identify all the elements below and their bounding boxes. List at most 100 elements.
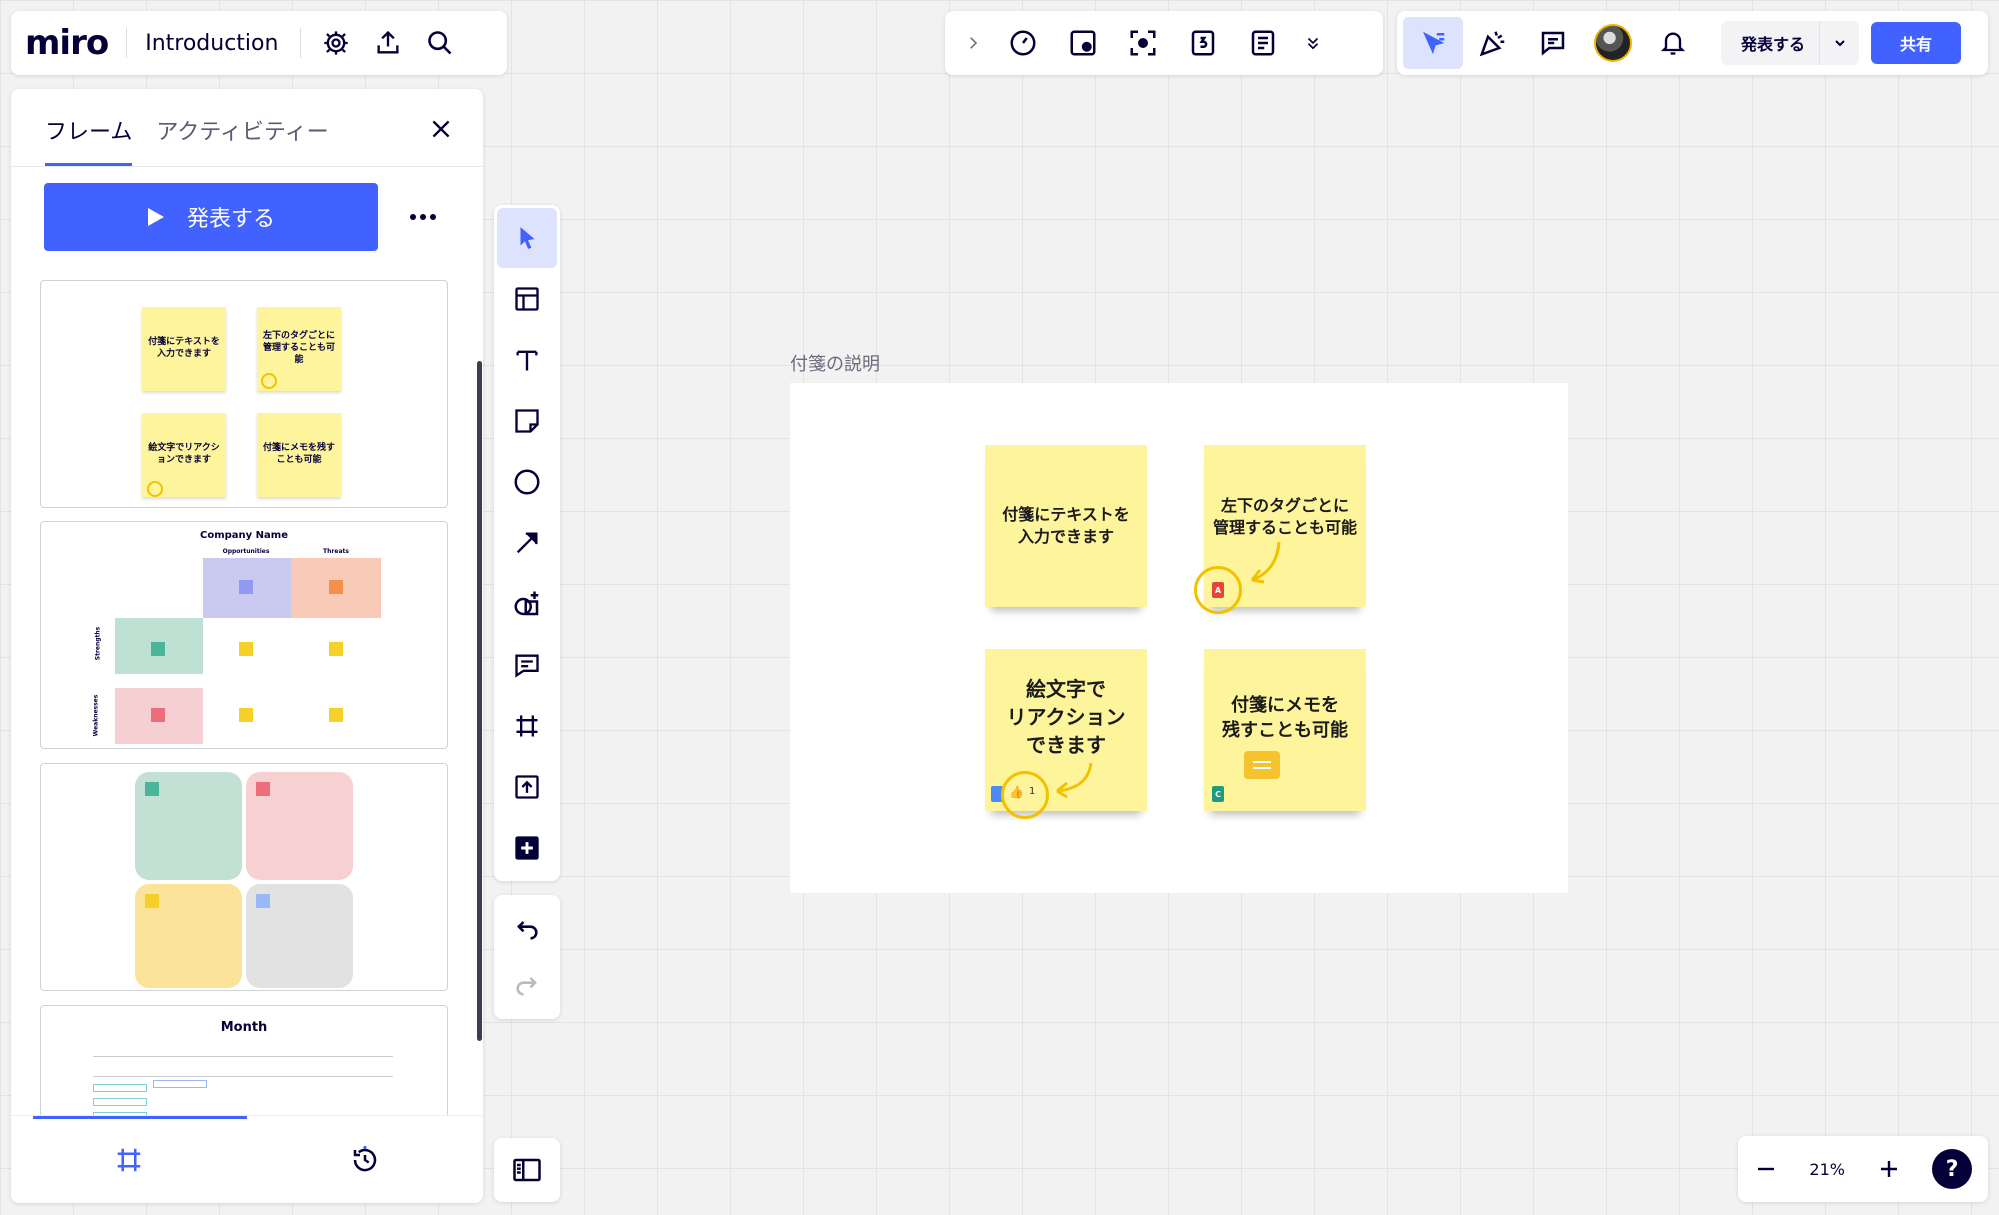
mini-sticky: 付箋にメモを残すことも可能	[257, 413, 341, 497]
frames-view-icon[interactable]	[11, 1116, 247, 1203]
mini-sticky: 付箋にテキストを入力できます	[142, 307, 226, 391]
avatar	[1594, 24, 1632, 62]
upload-export-icon[interactable]	[365, 20, 411, 66]
tab-frames[interactable]: フレーム	[45, 114, 133, 166]
thumb-sticky	[239, 642, 253, 656]
text-tool-icon[interactable]	[497, 330, 557, 390]
frame-thumbnail-4[interactable]: Month	[40, 1005, 448, 1125]
sidebar-toggle-icon[interactable]	[494, 1138, 560, 1202]
play-icon	[147, 208, 164, 226]
present-frames-label: 発表する	[186, 207, 275, 232]
frames-panel: フレーム アクティビティー 発表する 付箋にテキストを入力できます 左下のタグご…	[11, 89, 483, 1203]
focus-icon[interactable]	[1113, 18, 1173, 68]
annotation-arrow-icon	[1250, 541, 1281, 584]
templates-icon[interactable]	[497, 269, 557, 329]
sticky-line: 入力できます	[1017, 527, 1114, 546]
thumb-sticky	[329, 580, 343, 594]
miro-logo[interactable]: miro	[25, 23, 109, 63]
close-icon[interactable]	[421, 109, 461, 149]
connection-arrow-icon[interactable]	[497, 513, 557, 573]
thumb-title: Company Name	[200, 530, 288, 541]
zoom-controls: 21% ?	[1738, 1136, 1988, 1202]
double-chevron-down-icon[interactable]	[1293, 18, 1333, 68]
upload-icon[interactable]	[497, 757, 557, 817]
thumb-sticky	[239, 708, 253, 722]
sticky-text: 左下のタグごとに 管理することも可能	[1213, 495, 1357, 538]
annotation-arrow-icon	[1056, 762, 1093, 799]
mini-highlight-ring	[147, 481, 163, 497]
frame-title[interactable]: 付箋の説明	[790, 350, 880, 376]
comment-icon[interactable]	[1523, 17, 1583, 69]
select-cursor-icon[interactable]	[497, 208, 557, 268]
frame-thumbnail-1[interactable]: 付箋にテキストを入力できます 左下のタグごとに管理することも可能 絵文字でリアク…	[40, 280, 448, 508]
user-avatar[interactable]	[1583, 17, 1643, 69]
search-icon[interactable]	[417, 20, 463, 66]
highlight-ring	[1194, 566, 1242, 614]
frame-tool-icon[interactable]	[497, 696, 557, 756]
thumb-cell	[153, 1080, 207, 1088]
sticky-line: 管理することも可能	[1212, 517, 1357, 537]
notification-bell-icon[interactable]	[1643, 17, 1703, 69]
canvas-frame[interactable]: 付箋にテキストを 入力できます 左下のタグごとに 管理することも可能 A 絵文字…	[790, 383, 1568, 893]
sticky-note[interactable]: 絵文字で リアクション できます 👍 1	[985, 649, 1147, 819]
memo-note-icon[interactable]	[1244, 751, 1280, 779]
board-title[interactable]: Introduction	[145, 31, 278, 56]
sticky-note[interactable]: 付箋にテキストを 入力できます	[985, 445, 1147, 607]
notes-icon[interactable]	[1233, 18, 1293, 68]
collaboration-toolbar	[945, 11, 1383, 75]
thumbs-up-reaction-icon[interactable]: 👍	[1009, 785, 1024, 799]
undo-icon[interactable]	[497, 901, 557, 957]
sticky-line: できます	[1026, 733, 1106, 757]
panel-scrollbar[interactable]	[477, 361, 482, 1041]
share-toolbar: 発表する 共有	[1397, 11, 1988, 75]
zoom-in-plus-icon[interactable]	[1877, 1157, 1901, 1181]
thumb-row-label: Strengths	[94, 626, 102, 661]
voting-icon[interactable]	[1053, 18, 1113, 68]
sticky-note-icon[interactable]	[497, 391, 557, 451]
thumb-sticky	[151, 642, 165, 656]
reactions-party-icon[interactable]	[1463, 17, 1523, 69]
sticky-line: 残すことも可能	[1222, 720, 1348, 742]
thumb-col-label: Threats	[323, 548, 349, 555]
share-button[interactable]: 共有	[1871, 22, 1962, 64]
history-toolbar	[494, 895, 560, 1019]
thumb-sticky	[145, 782, 159, 796]
history-icon[interactable]	[247, 1116, 483, 1203]
help-button[interactable]: ?	[1932, 1149, 1973, 1189]
more-options-icon[interactable]	[401, 197, 445, 237]
present-button[interactable]: 発表する	[1721, 31, 1819, 55]
chevron-right-icon[interactable]	[953, 18, 993, 68]
comment-tool-icon[interactable]	[497, 635, 557, 695]
present-frames-button[interactable]: 発表する	[44, 183, 378, 251]
present-split-button: 発表する	[1721, 21, 1860, 65]
zoom-out-minus-icon[interactable]	[1754, 1157, 1778, 1181]
redo-icon[interactable]	[497, 957, 557, 1013]
settings-gear-icon[interactable]	[313, 20, 359, 66]
timer-icon[interactable]	[993, 18, 1053, 68]
cursor-follow-icon[interactable]	[1403, 17, 1463, 69]
divider	[126, 28, 128, 58]
tab-activity[interactable]: アクティビティー	[156, 114, 328, 166]
sticky-line: リアクション	[1006, 705, 1126, 729]
thumb-sticky	[329, 708, 343, 722]
zoom-level[interactable]: 21%	[1809, 1160, 1845, 1179]
board-header: miro Introduction	[11, 11, 507, 75]
sticky-line: 絵文字で	[1026, 677, 1106, 701]
shape-circle-icon[interactable]	[497, 452, 557, 512]
thumb-sticky	[256, 894, 270, 908]
thumb-line	[93, 1056, 393, 1057]
creation-toolbar	[494, 205, 560, 881]
frame-thumbnail-2[interactable]: Company Name Opportunities Threats Stren…	[40, 521, 448, 749]
sticky-tag[interactable]: C	[1212, 786, 1224, 802]
present-dropdown-chevron-icon[interactable]	[1819, 21, 1859, 65]
thumb-sticky	[151, 708, 165, 722]
thumb-sticky	[329, 642, 343, 656]
sticky-note[interactable]: 付箋にメモを 残すことも可能 C	[1204, 649, 1366, 811]
frame-thumbnail-3[interactable]	[40, 763, 448, 991]
number-counter-icon[interactable]	[1173, 18, 1233, 68]
shapes-add-icon[interactable]	[497, 574, 557, 634]
sticky-note[interactable]: 左下のタグごとに 管理することも可能 A	[1194, 445, 1366, 614]
more-apps-plus-icon[interactable]	[497, 818, 557, 878]
sticky-line: 左下のタグごとに	[1220, 496, 1349, 515]
sticky-line: 付箋にテキストを	[1002, 505, 1130, 525]
